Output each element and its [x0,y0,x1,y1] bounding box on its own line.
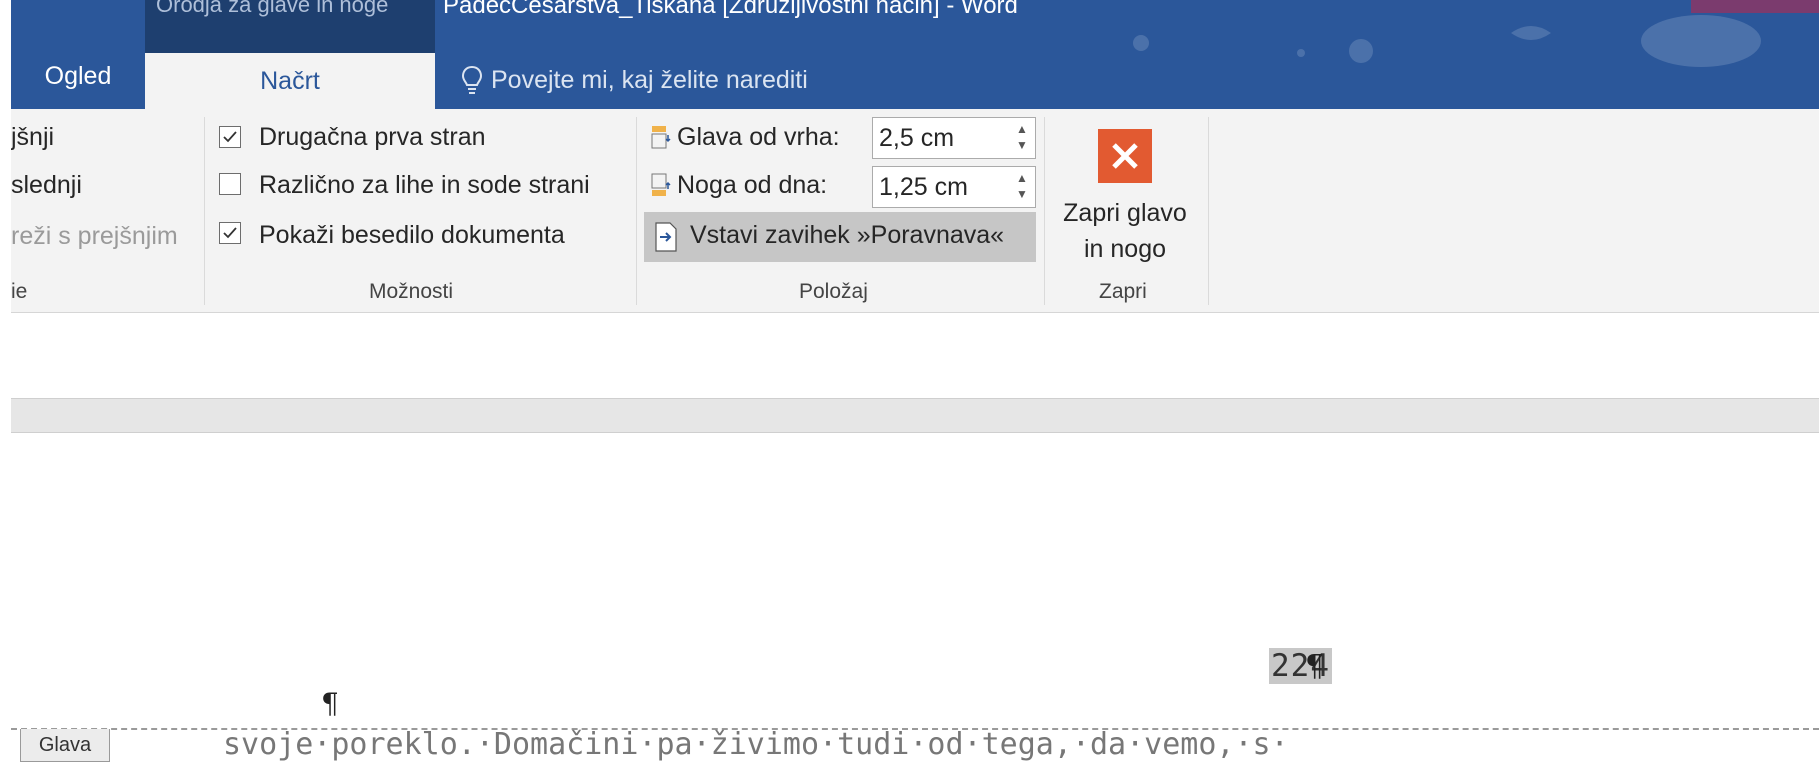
tell-me-placeholder: Povejte mi, kaj želite narediti [491,65,808,94]
group-label-moznosti: Možnosti [369,280,454,303]
close-header-footer-label-line2[interactable]: in nogo [1045,235,1205,264]
spin-up-icon[interactable]: ▲ [1013,121,1031,137]
window-title: PadecCesarstva_Tiskana [Združljivostni n… [443,0,1018,19]
spin-up-icon[interactable]: ▲ [1013,170,1031,186]
spin-down-icon[interactable]: ▼ [1013,137,1031,153]
footer-from-bottom-label: Noga od dna: [677,171,828,199]
page-gap [11,399,1819,432]
insert-alignment-tab-label: Vstavi zavihek »Poravnava« [690,221,1005,249]
contextual-tab-header-band [145,13,435,53]
tell-me-search[interactable]: Povejte mi, kaj želite narediti [461,65,808,95]
header-from-top-spinner[interactable]: 2,5 cm ▲ ▼ [872,117,1036,159]
close-header-footer-button[interactable] [1098,129,1152,183]
different-first-page-label[interactable]: Drugačna prva stran [259,123,486,152]
left-edge [0,0,11,760]
show-document-text-checkbox[interactable] [219,222,241,244]
paragraph-mark-icon: ¶ [1305,649,1325,684]
checkmark-icon [223,131,237,143]
show-document-text-label[interactable]: Pokaži besedilo dokumenta [259,221,565,250]
close-header-footer-label-line1[interactable]: Zapri glavo [1045,199,1205,228]
spinner-arrows[interactable]: ▲ ▼ [1013,170,1031,204]
header-from-top-value[interactable]: 2,5 cm [879,124,954,153]
ribbon: jšnji slednji reži s prejšnjim ie Drugač… [11,109,1819,313]
header-tag: Glava [20,729,110,762]
footer-from-bottom-value[interactable]: 1,25 cm [879,173,968,202]
spinner-arrows[interactable]: ▲ ▼ [1013,121,1031,155]
spin-down-icon[interactable]: ▼ [1013,186,1031,202]
previous-button[interactable]: jšnji [11,123,54,152]
checkmark-icon [223,227,237,239]
document-body-text[interactable]: svoje·poreklo.·Domačini·pa·živimo·tudi·o… [223,727,1289,762]
different-odd-even-checkbox[interactable] [219,173,241,195]
header-position-icon [651,126,671,149]
next-button[interactable]: slednji [11,171,82,200]
footer-position-icon [651,173,671,196]
different-first-page-checkbox[interactable] [219,126,241,148]
group-divider [636,117,637,305]
header-from-top-label: Glava od vrha: [677,123,840,151]
group-divider [1208,117,1209,305]
footer-from-bottom-spinner[interactable]: 1,25 cm ▲ ▼ [872,166,1036,208]
insert-alignment-tab-button[interactable]: Vstavi zavihek »Poravnava« [644,212,1036,262]
contextual-tab-label: Orodja za glave in noge [156,0,389,17]
ribbon-tab-row: Ogled Načrt Povejte mi, kaj želite nared… [11,13,1819,109]
link-to-previous-button[interactable]: reži s prejšnjim [11,222,178,251]
group-label-zapri: Zapri [1099,280,1147,303]
alignment-tab-icon [655,222,677,252]
group-divider [204,117,205,305]
different-odd-even-label[interactable]: Različno za lihe in sode strani [259,171,590,200]
group-label-navigation: ie [11,280,28,303]
account-avatar[interactable] [1691,0,1819,13]
background-pattern-icon [1133,15,1761,67]
close-icon [1112,143,1138,169]
tab-nacrt[interactable]: Načrt [145,53,435,109]
paragraph-mark-icon: ¶ [321,687,339,720]
group-label-polozaj: Položaj [799,280,868,303]
previous-page-bottom [11,313,1819,399]
tab-ogled[interactable]: Ogled [11,13,145,109]
lightbulb-icon [461,65,483,94]
document-page[interactable]: 224 ¶ ¶ Glava svoje·poreklo.·Domačini·pa… [11,432,1819,762]
